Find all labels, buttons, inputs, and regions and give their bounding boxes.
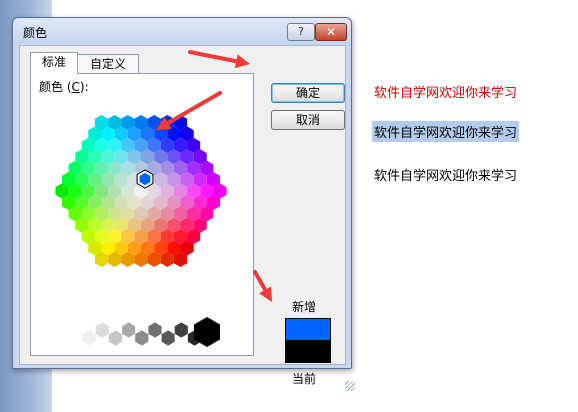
- help-button[interactable]: ?: [287, 23, 315, 41]
- gray-cell[interactable]: [122, 322, 136, 338]
- dialog-titlebar[interactable]: 颜色 ? ✕: [13, 18, 351, 44]
- help-icon: ?: [298, 25, 304, 38]
- gray-cell[interactable]: [135, 330, 149, 346]
- close-button[interactable]: ✕: [315, 23, 347, 41]
- ok-button[interactable]: 确定: [271, 83, 345, 103]
- gray-cell[interactable]: [161, 330, 175, 346]
- gray-cell[interactable]: [95, 322, 109, 338]
- current-color-swatch: [285, 340, 331, 363]
- gray-cell[interactable]: [108, 330, 123, 346]
- dialog-title: 颜色: [23, 26, 48, 40]
- resize-grip-icon[interactable]: [345, 381, 355, 391]
- gray-cell[interactable]: [69, 322, 83, 338]
- gray-cell[interactable]: [148, 322, 162, 338]
- tab-custom-label: 自定义: [89, 57, 126, 71]
- sample-text-red: 软件自学网欢迎你来学习: [374, 86, 518, 101]
- new-color-swatch: [285, 318, 331, 340]
- tab-standard[interactable]: 标准: [30, 52, 78, 74]
- tab-standard-label: 标准: [41, 55, 66, 69]
- gray-cell[interactable]: [82, 330, 96, 346]
- gray-cell[interactable]: [174, 322, 188, 338]
- sample-text-highlighted: 软件自学网欢迎你来学习: [372, 121, 520, 142]
- close-icon: ✕: [325, 25, 337, 39]
- dialog-client-area: 标准 自定义 颜色 (C): 确定 取消 新增 当前: [19, 45, 355, 391]
- selected-color-cell[interactable]: [137, 169, 153, 189]
- sample-text-black: 软件自学网欢迎你来学习: [374, 169, 518, 184]
- tab-custom[interactable]: 自定义: [77, 54, 139, 74]
- cancel-button[interactable]: 取消: [271, 110, 345, 130]
- current-color-label: 当前: [292, 372, 317, 386]
- color-dialog: 颜色 ? ✕ 标准 自定义 颜色 (C): 确定 取消 新增 当前: [12, 17, 355, 391]
- standard-colors-panel: 颜色 (C):: [30, 73, 254, 356]
- color-hexagon-palette[interactable]: [31, 74, 253, 355]
- new-color-label: 新增: [292, 300, 317, 314]
